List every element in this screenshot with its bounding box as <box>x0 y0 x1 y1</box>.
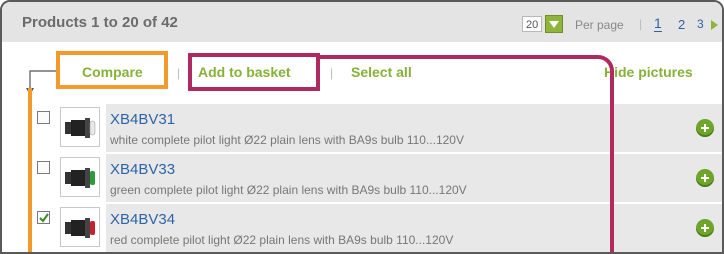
checkmark-icon <box>39 213 49 223</box>
page-1-link[interactable]: 1 <box>654 16 662 32</box>
add-plus-icon[interactable] <box>696 119 714 137</box>
product-code-link[interactable]: XB4BV33 <box>110 161 175 178</box>
product-thumbnail[interactable] <box>60 207 100 247</box>
compare-highlight-line <box>28 88 32 252</box>
next-page-arrow-icon[interactable] <box>711 20 718 30</box>
add-plus-icon[interactable] <box>696 169 714 187</box>
per-page-select[interactable]: 20 <box>522 16 542 32</box>
per-page-label: Per page <box>575 18 624 32</box>
hide-pictures-link[interactable]: Hide pictures <box>604 64 693 80</box>
action-separator: | <box>177 66 181 80</box>
product-code-link[interactable]: XB4BV31 <box>110 111 175 128</box>
product-thumbnail[interactable] <box>60 157 100 197</box>
pilot-light-image-icon <box>65 218 95 238</box>
product-checkbox[interactable] <box>37 111 50 124</box>
product-checkbox[interactable] <box>37 161 50 174</box>
pagination-separator: | <box>639 17 643 31</box>
per-page-dropdown-button[interactable] <box>545 15 563 33</box>
basket-highlight-box <box>188 53 320 91</box>
basket-highlight-bracket <box>318 55 614 252</box>
products-header: Products 1 to 20 of 42 20 Per page | 1 2… <box>2 2 722 42</box>
page-2-link[interactable]: 2 <box>678 17 685 32</box>
results-count: Products 1 to 20 of 42 <box>22 14 178 31</box>
page-3-link[interactable]: 3 <box>697 17 704 31</box>
product-thumbnail[interactable] <box>60 107 100 147</box>
products-panel: Products 1 to 20 of 42 20 Per page | 1 2… <box>0 0 724 254</box>
compare-highlight-box <box>56 51 168 89</box>
add-plus-icon[interactable] <box>696 219 714 237</box>
product-checkbox-checked[interactable] <box>37 211 50 224</box>
chevron-down-icon <box>549 21 559 28</box>
product-code-link[interactable]: XB4BV34 <box>110 211 175 228</box>
pilot-light-image-icon <box>65 168 95 188</box>
pilot-light-image-icon <box>65 118 96 138</box>
